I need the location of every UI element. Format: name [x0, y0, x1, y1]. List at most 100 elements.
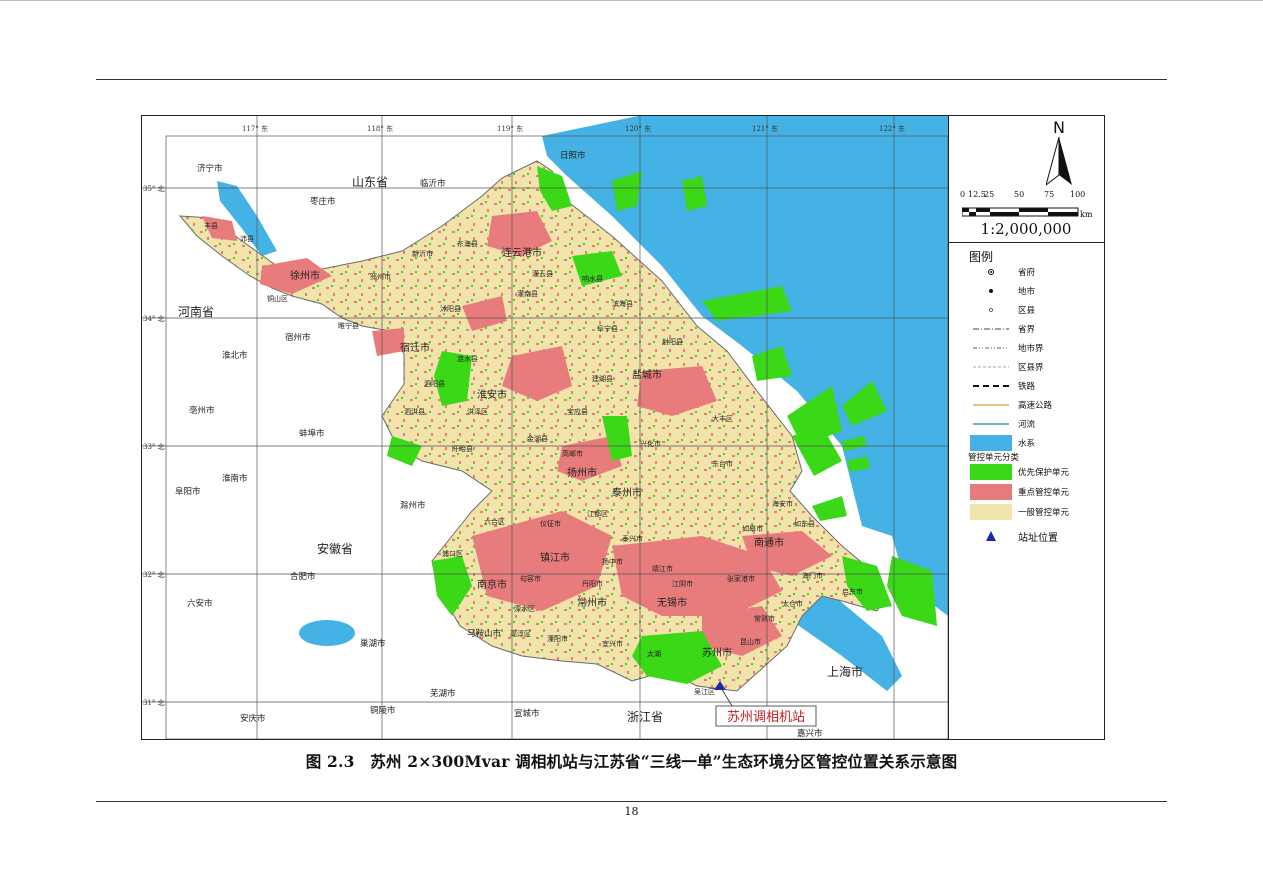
city-label: 枣庄市 [310, 196, 336, 207]
header-rule [96, 79, 1167, 80]
scale-tick: 50 [1014, 190, 1025, 199]
label-anhui: 安徽省 [317, 541, 353, 556]
district-label: 江都区 [587, 510, 608, 518]
chaohu-lake [299, 620, 355, 646]
district-label: 浦口区 [442, 549, 463, 558]
city-label: 淮北市 [222, 350, 248, 361]
legend-label: 优先保护单元 [1018, 468, 1070, 478]
jiangsu-city-label: 扬州市 [567, 466, 597, 479]
jiangsu-city-label: 常州市 [577, 596, 607, 609]
legend-item-highway: 高速公路 [968, 397, 1102, 413]
district-label: 句容市 [520, 574, 541, 583]
district-label: 沭阳县 [440, 304, 461, 313]
district-label: 六合区 [484, 517, 505, 526]
district-label: 新沂市 [412, 249, 433, 258]
scale-ratio: 1:2,000,000 [980, 220, 1072, 238]
jiangsu-city-label: 淮安市 [477, 388, 507, 401]
district-label: 沛县 [240, 234, 254, 243]
jiangsu-city-label: 盐城市 [632, 368, 662, 381]
district-label: 海门市 [802, 571, 823, 580]
legend-item-prefecture: 地市 [968, 283, 1102, 299]
district-label: 洪泽区 [467, 407, 488, 416]
legend-unit-key: 重点管控单元 [968, 484, 1102, 500]
grid-left-label: 31° 北 [143, 699, 165, 707]
scale-tick: 75 [1044, 190, 1055, 199]
legend-item-county-border: 区县界 [968, 359, 1102, 375]
district-label: 丰县 [204, 221, 218, 230]
district-label: 邳州市 [370, 272, 391, 281]
city-label: 济宁市 [197, 163, 223, 174]
north-arrow-icon [1045, 136, 1072, 187]
legend-label: 区县 [1018, 306, 1036, 316]
district-label: 张家港市 [727, 574, 755, 583]
legend-label: 重点管控单元 [1018, 488, 1070, 498]
map-canvas[interactable]: 117° 东 118° 东 119° 东 120° 东 121° 东 122° … [142, 116, 949, 739]
legend-label: 河流 [1018, 420, 1036, 430]
district-label: 泰兴市 [622, 534, 643, 543]
scale-tick: 0 [960, 190, 966, 199]
legend-item-county: 区县 [968, 302, 1102, 318]
legend-item-prov-border: 省界 [968, 321, 1102, 337]
district-label: 宜兴市 [602, 639, 623, 648]
district-label: 海安市 [772, 499, 793, 508]
label-shandong: 山东省 [352, 175, 388, 189]
scale-box: N 0 12.5 25 50 75 100 km 1:2,000,000 [948, 116, 1104, 243]
grid-left-label: 33° 北 [143, 443, 165, 451]
legend-item-pref-border: 地市界 [968, 340, 1102, 356]
legend-label: 地市 [1018, 287, 1036, 297]
district-label: 常熟市 [754, 614, 775, 623]
grid-left-label: 34° 北 [143, 315, 165, 323]
legend-label: 省府 [1018, 268, 1036, 278]
callout-text: 苏州调相机站 [727, 709, 805, 725]
city-label: 芜湖市 [430, 688, 456, 699]
city-label: 巢湖市 [360, 638, 386, 649]
jiangsu-city-label: 无锡市 [657, 596, 687, 609]
legend-item-capital: 省府 [968, 264, 1102, 280]
scale-tick: 100 [1070, 190, 1086, 199]
district-label: 如皋市 [742, 524, 763, 533]
jiangsu-city-label: 徐州市 [290, 269, 320, 282]
district-label: 射阳县 [662, 337, 683, 346]
legend-label: 站址位置 [1018, 532, 1058, 544]
jiangsu-city-label: 南通市 [754, 536, 784, 549]
district-label: 金湖县 [527, 434, 548, 443]
district-label: 吴江区 [694, 688, 715, 696]
legend-label: 省界 [1018, 325, 1036, 335]
figure-caption: 图 2.3 苏州 2×300Mvar 调相机站与江苏省“三线一单”生态环境分区管… [305, 752, 958, 771]
legend-item-railway: 铁路 [968, 378, 1102, 394]
district-label: 滨海县 [612, 299, 633, 308]
scale-unit: km [1080, 210, 1093, 219]
district-label: 溧水区 [514, 604, 535, 613]
city-label: 安庆市 [240, 713, 266, 724]
district-label: 灌云县 [532, 269, 553, 278]
label-zhejiang: 浙江省 [627, 710, 663, 724]
map-svg: 117° 东 118° 东 119° 东 120° 东 121° 东 122° … [142, 116, 948, 739]
grid-left-label: 35° 北 [143, 185, 165, 193]
district-label: 泗洪县 [404, 407, 425, 416]
legend-label: 地市界 [1018, 344, 1044, 354]
district-label: 宝应县 [567, 407, 588, 416]
district-label: 兴化市 [640, 439, 661, 448]
district-label: 高淳区 [510, 629, 531, 638]
grid-top-label: 117° 东 [242, 124, 268, 133]
jiangsu-city-label: 泰州市 [612, 486, 642, 499]
city-label: 阜阳市 [175, 486, 201, 497]
city-label: 铜陵市 [370, 705, 396, 716]
legend-item-water: 水系 [968, 435, 1102, 451]
city-label: 滁州市 [400, 500, 426, 511]
grid-top-label: 118° 东 [367, 124, 393, 133]
city-label: 嘉兴市 [797, 728, 823, 739]
city-label: 宿州市 [285, 332, 311, 343]
jiangsu-city-label: 苏州市 [702, 646, 732, 659]
site-triangle-icon [986, 531, 996, 541]
jiangsu-city-label: 连云港市 [502, 246, 542, 259]
district-label: 溧阳市 [547, 634, 568, 643]
city-label: 宣城市 [514, 708, 540, 719]
legend-unit-priority: 优先保护单元 [968, 464, 1102, 480]
district-label: 灌南县 [517, 289, 538, 298]
footer-rule [96, 801, 1167, 802]
legend-label: 水系 [1018, 439, 1036, 449]
district-label: 大丰区 [712, 414, 733, 423]
city-label: 马鞍山市 [467, 628, 502, 639]
page-top-edge [0, 0, 1263, 1]
